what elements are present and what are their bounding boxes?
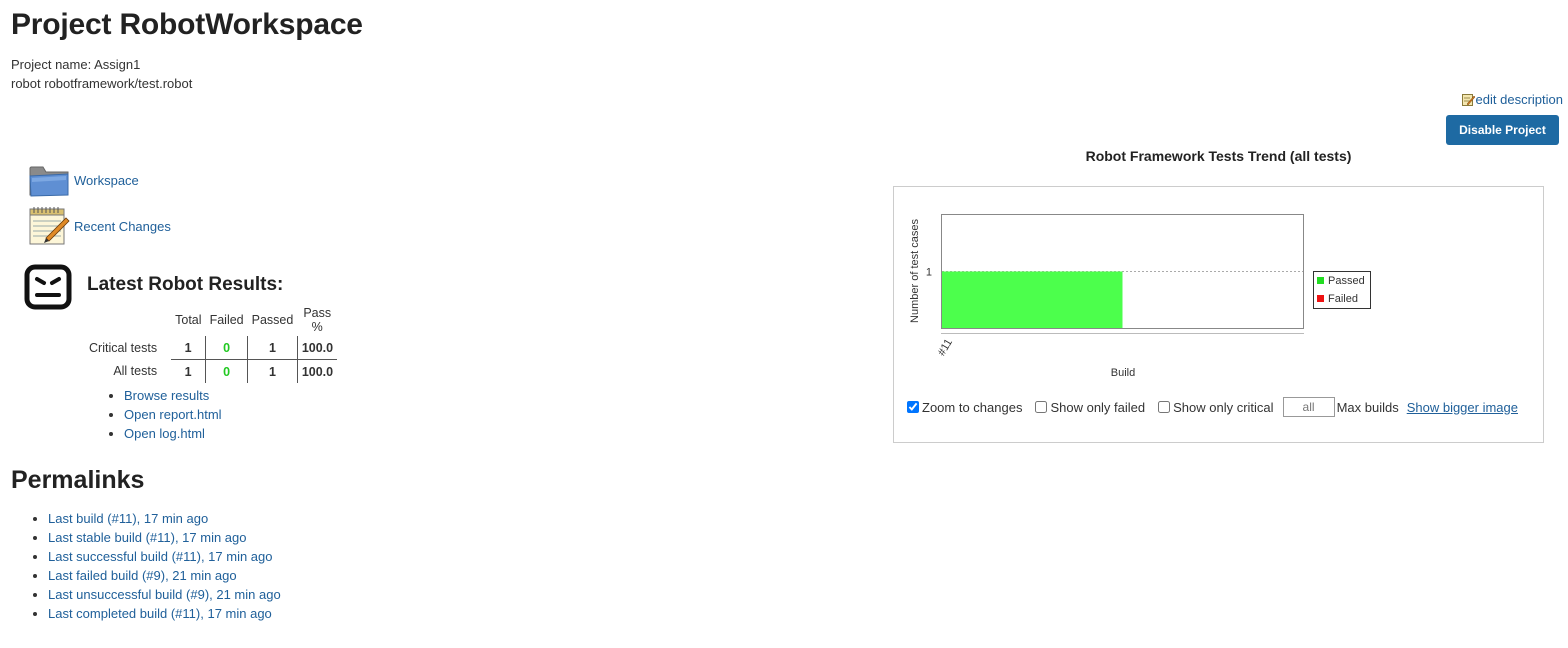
passed-cell: 1 <box>247 336 298 360</box>
page-title: Project RobotWorkspace <box>11 8 363 41</box>
table-row: Critical tests 1 0 1 100.0 <box>85 336 338 360</box>
column-header: Passed <box>251 313 294 327</box>
x-axis-label: Build <box>1111 367 1135 379</box>
max-builds-input[interactable] <box>1282 397 1335 417</box>
robot-icon <box>24 264 72 310</box>
project-description: Project name: Assign1 robot robotframewo… <box>11 55 192 93</box>
show-only-failed-checkbox[interactable] <box>1035 401 1048 413</box>
list-item: Last unsuccessful build (#9), 21 min ago <box>48 585 281 604</box>
permalink[interactable]: Last completed build (#11), 17 min ago <box>48 606 272 621</box>
legend-swatch-passed <box>1317 277 1324 284</box>
latest-robot-results-heading: Latest Robot Results: <box>87 274 284 295</box>
zoom-to-changes-label: Zoom to changes <box>922 399 1023 415</box>
permalink[interactable]: Last build (#11), 17 min ago <box>48 511 208 526</box>
permalink[interactable]: Last failed build (#9), 21 min ago <box>48 568 237 583</box>
edit-description-link[interactable]: edit description <box>1461 92 1563 107</box>
folder-icon <box>29 166 69 197</box>
y-tick-label: 1 <box>926 267 932 279</box>
disable-project-button[interactable]: Disable Project <box>1446 115 1559 145</box>
sidebar-item-recent-changes[interactable]: Recent Changes <box>28 206 171 246</box>
total-cell: 1 <box>184 364 192 379</box>
show-only-failed-label: Show only failed <box>1050 399 1146 415</box>
edit-icon <box>1461 94 1475 106</box>
trend-chart-panel: 1 #11 Number of test cases Build Passed F… <box>893 186 1544 443</box>
trend-chart[interactable]: 1 #11 Number of test cases Build Passed F… <box>894 187 1543 387</box>
list-item: Browse results <box>124 386 222 405</box>
sidebar-item-workspace[interactable]: Workspace <box>28 162 139 198</box>
column-header: Pass % <box>303 306 332 334</box>
permalink[interactable]: Last stable build (#11), 17 min ago <box>48 530 247 545</box>
permalinks-list: Last build (#11), 17 min ago Last stable… <box>12 509 281 623</box>
list-item: Last completed build (#11), 17 min ago <box>48 604 281 623</box>
list-item: Last stable build (#11), 17 min ago <box>48 528 281 547</box>
passed-cell: 1 <box>247 359 298 383</box>
permalinks-heading: Permalinks <box>11 466 145 494</box>
show-bigger-image-link[interactable]: Show bigger image <box>1407 400 1518 415</box>
row-label: Critical tests <box>89 340 158 355</box>
x-tick-label: #11 <box>936 337 955 358</box>
list-item: Open log.html <box>124 424 222 443</box>
pass-percent-cell: 100.0 <box>296 359 338 383</box>
chart-legend: Passed Failed <box>1313 271 1371 309</box>
legend-entry-passed: Passed <box>1328 275 1365 287</box>
open-report-link[interactable]: Open report.html <box>124 407 222 422</box>
column-header: Failed <box>209 313 244 327</box>
permalink[interactable]: Last unsuccessful build (#9), 21 min ago <box>48 587 281 602</box>
sidebar-item-label: Recent Changes <box>74 218 171 234</box>
legend-entry-failed: Failed <box>1328 293 1358 305</box>
passed-area <box>942 271 1123 328</box>
notepad-icon <box>29 207 70 245</box>
list-item: Last successful build (#11), 17 min ago <box>48 547 281 566</box>
robot-result-links: Browse results Open report.html Open log… <box>88 386 222 443</box>
edit-description-label: edit description <box>1475 92 1563 107</box>
zoom-to-changes-option[interactable]: Zoom to changes <box>906 400 1022 415</box>
open-log-link[interactable]: Open log.html <box>124 426 205 441</box>
show-only-critical-option[interactable]: Show only critical <box>1157 399 1274 415</box>
table-row: All tests 1 0 1 100.0 <box>85 359 338 383</box>
zoom-to-changes-checkbox[interactable] <box>907 401 919 413</box>
list-item: Open report.html <box>124 405 222 424</box>
trend-chart-title: Robot Framework Tests Trend (all tests) <box>1085 148 1352 164</box>
legend-swatch-failed <box>1317 295 1324 302</box>
table-header-row: Total Failed Passed Pass % <box>85 305 337 336</box>
column-header-blank <box>85 305 171 336</box>
show-only-failed-option[interactable]: Show only failed <box>1034 400 1145 415</box>
row-label: All tests <box>113 364 158 379</box>
sidebar-item-label: Workspace <box>74 172 139 188</box>
browse-results-link[interactable]: Browse results <box>124 388 209 403</box>
permalink[interactable]: Last successful build (#11), 17 min ago <box>48 549 273 564</box>
description-line: Project name: Assign1 <box>11 57 141 72</box>
list-item: Last build (#11), 17 min ago <box>48 509 281 528</box>
trend-controls: Zoom to changes Show only failed Show on… <box>906 397 1518 417</box>
failed-cell: 0 <box>205 336 248 360</box>
robot-results-table: Total Failed Passed Pass % Critical test… <box>85 305 338 383</box>
total-cell: 1 <box>171 336 206 360</box>
pass-percent-cell: 100.0 <box>296 336 338 360</box>
description-line: robot robotframework/test.robot <box>11 76 193 91</box>
show-only-critical-label: Show only critical <box>1173 399 1274 415</box>
max-builds-label: Max builds <box>1336 399 1399 415</box>
y-axis-label: Number of test cases <box>909 219 921 323</box>
list-item: Last failed build (#9), 21 min ago <box>48 566 281 585</box>
column-header: Total <box>175 313 202 327</box>
show-only-critical-checkbox[interactable] <box>1158 401 1171 413</box>
failed-cell: 0 <box>205 359 248 383</box>
